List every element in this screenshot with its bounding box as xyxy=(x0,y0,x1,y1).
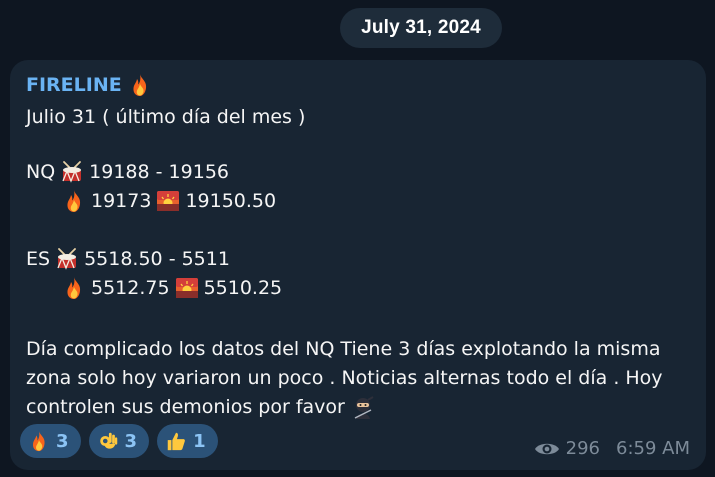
message-body: Día complicado los datos del NQ Tiene 3 … xyxy=(26,335,696,422)
es-levels-line: 5512.75 5510.25 xyxy=(62,276,282,300)
date-divider: July 31, 2024 xyxy=(340,8,502,48)
es-fire-value: 5512.75 xyxy=(91,277,170,299)
reactions-row: 3 3 1 xyxy=(20,424,218,458)
es-sunrise-value: 5510.25 xyxy=(203,277,283,299)
sender-name[interactable]: FIRELINE xyxy=(26,74,122,96)
reaction-count: 1 xyxy=(193,430,206,452)
fire-icon xyxy=(62,276,86,300)
message-title: Julio 31 ( último día del mes ) xyxy=(26,106,306,128)
fire-icon xyxy=(28,430,50,452)
sunrise-icon xyxy=(175,276,199,300)
view-count: 296 xyxy=(565,438,600,459)
nq-range-line: NQ 19188 - 19156 xyxy=(26,160,229,184)
nq-sunrise-value: 19150.50 xyxy=(185,190,277,212)
sunrise-icon xyxy=(156,189,180,213)
es-range-value: 5518.50 - 5511 xyxy=(84,248,230,270)
message-bubble[interactable]: FIRELINE Julio 31 ( último día del mes )… xyxy=(10,60,706,470)
reaction-thumbs-up[interactable]: 1 xyxy=(157,424,218,458)
nq-range-value: 19188 - 19156 xyxy=(89,161,229,183)
fire-icon xyxy=(62,189,86,213)
eye-icon xyxy=(534,440,560,458)
message-body-text: Día complicado los datos del NQ Tiene 3 … xyxy=(26,338,663,418)
es-label: ES xyxy=(26,248,51,270)
drum-icon xyxy=(55,247,79,271)
thumbs-up-icon xyxy=(165,430,187,452)
message-time: 6:59 AM xyxy=(616,438,690,459)
message-title-line: Julio 31 ( último día del mes ) xyxy=(26,105,305,129)
reaction-count: 3 xyxy=(124,430,138,452)
nq-levels-line: 19173 19150.50 xyxy=(62,189,276,213)
reaction-count: 3 xyxy=(56,430,69,452)
sender-row: FIRELINE xyxy=(26,73,152,97)
drum-icon xyxy=(60,160,84,184)
message-meta: 296 6:59 AM xyxy=(534,438,690,459)
ok-hand-icon xyxy=(97,430,119,452)
reaction-ok-hand[interactable]: 3 xyxy=(88,424,150,458)
reaction-fire[interactable]: 3 xyxy=(20,424,81,458)
ninja-icon xyxy=(351,395,375,420)
nq-fire-value: 19173 xyxy=(91,190,152,212)
nq-label: NQ xyxy=(26,161,56,183)
fire-icon xyxy=(128,73,152,97)
es-range-line: ES 5518.50 - 5511 xyxy=(26,247,230,271)
